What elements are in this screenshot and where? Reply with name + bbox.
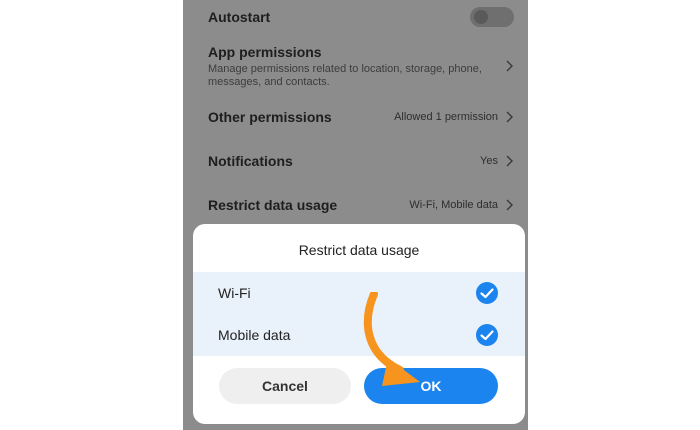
app-permissions-label: App permissions <box>208 44 322 60</box>
restrict-data-label: Restrict data usage <box>208 197 338 213</box>
dialog-options: Wi-Fi Mobile data <box>193 272 525 356</box>
other-permissions-value: Allowed 1 permission <box>394 111 498 123</box>
autostart-row[interactable]: Autostart <box>208 6 514 28</box>
other-permissions-label: Other permissions <box>208 109 332 125</box>
notifications-label: Notifications <box>208 153 293 169</box>
app-permissions-row[interactable]: App permissions Manage permissions relat… <box>208 44 514 92</box>
autostart-toggle[interactable] <box>470 7 514 27</box>
app-permissions-text: App permissions Manage permissions relat… <box>208 44 493 89</box>
notifications-value: Yes <box>480 155 498 167</box>
option-wifi[interactable]: Wi-Fi <box>218 272 499 314</box>
toggle-knob <box>474 10 488 24</box>
option-mobile-data-label: Mobile data <box>218 327 291 343</box>
other-permissions-value-group: Allowed 1 permission <box>394 111 514 123</box>
restrict-data-value: Wi-Fi, Mobile data <box>409 199 498 211</box>
ok-button[interactable]: OK <box>364 368 498 404</box>
restrict-data-row[interactable]: Restrict data usage Wi-Fi, Mobile data <box>208 194 514 216</box>
chevron-right-icon <box>506 111 513 123</box>
notifications-value-group: Yes <box>480 155 514 167</box>
notifications-row[interactable]: Notifications Yes <box>208 150 514 172</box>
restrict-data-value-group: Wi-Fi, Mobile data <box>409 199 514 211</box>
option-wifi-label: Wi-Fi <box>218 285 251 301</box>
restrict-data-dialog: Restrict data usage Wi-Fi Mobile data Ca… <box>193 224 525 424</box>
option-mobile-data[interactable]: Mobile data <box>218 314 499 356</box>
checkmark-circle-icon[interactable] <box>475 281 499 305</box>
chevron-right-icon <box>506 199 513 211</box>
chevron-right-icon <box>506 155 513 167</box>
app-permissions-subtitle: Manage permissions related to location, … <box>208 63 482 88</box>
checkmark-circle-icon[interactable] <box>475 323 499 347</box>
other-permissions-row[interactable]: Other permissions Allowed 1 permission <box>208 106 514 128</box>
dialog-title: Restrict data usage <box>298 242 420 258</box>
chevron-right-icon <box>506 60 513 72</box>
autostart-label: Autostart <box>208 9 271 25</box>
cancel-button[interactable]: Cancel <box>219 368 351 404</box>
